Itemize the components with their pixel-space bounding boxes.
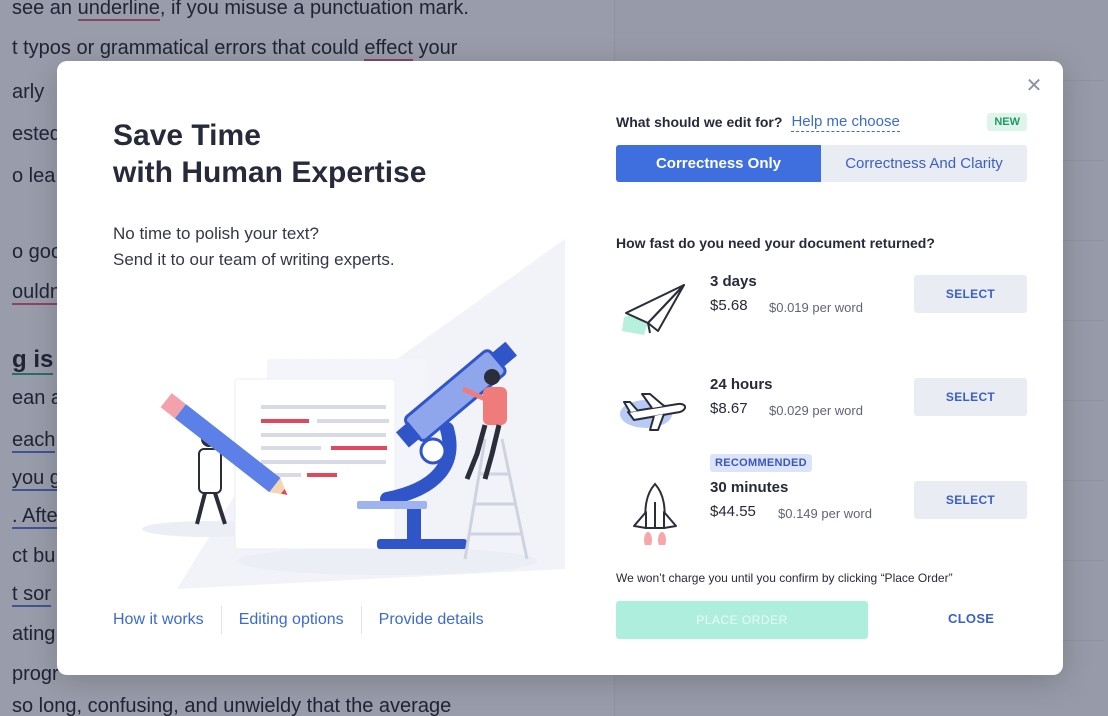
option-per-word-price: $0.149 per word — [778, 506, 872, 521]
option-price: $5.68 — [710, 297, 748, 314]
human-proofreading-modal: ✕ Save Time with Human Expertise No time… — [57, 61, 1063, 675]
modal-footer-links: How it works Editing options Provide det… — [113, 605, 501, 635]
provide-details-link[interactable]: Provide details — [362, 605, 501, 635]
correctness-only-option[interactable]: Correctness Only — [616, 145, 821, 182]
how-it-works-link[interactable]: How it works — [113, 605, 221, 635]
turnaround-option-30-minutes: RECOMMENDED 30 minutes $44.55 $0.149 per… — [616, 454, 1027, 549]
option-per-word-price: $0.029 per word — [769, 403, 863, 418]
option-title: 30 minutes — [710, 479, 789, 496]
turnaround-option-3-days: 3 days $5.68 $0.019 per word SELECT — [616, 273, 1027, 343]
help-me-choose-link[interactable]: Help me choose — [791, 113, 900, 132]
option-per-word-price: $0.019 per word — [769, 300, 863, 315]
edit-for-question: What should we edit for? — [616, 114, 783, 130]
close-button[interactable]: CLOSE — [948, 611, 994, 626]
turnaround-option-24-hours: 24 hours $8.67 $0.029 per word SELECT — [616, 376, 1027, 446]
option-title: 3 days — [710, 273, 757, 290]
hero-title-line-1: Save Time — [113, 119, 261, 152]
option-price: $44.55 — [710, 503, 756, 520]
modal-right-panel: What should we edit for? Help me choose … — [616, 61, 1036, 675]
rocket-icon — [633, 482, 677, 545]
select-30-minutes-button[interactable]: SELECT — [914, 481, 1027, 519]
hero-title-line-2: with Human Expertise — [113, 156, 427, 189]
modal-left-panel: Save Time with Human Expertise No time t… — [57, 61, 597, 675]
option-title: 24 hours — [710, 376, 773, 393]
recommended-badge: RECOMMENDED — [710, 454, 812, 472]
new-badge: NEW — [987, 113, 1027, 131]
select-24-hours-button[interactable]: SELECT — [914, 378, 1027, 416]
paper-plane-icon — [622, 284, 685, 335]
editing-options-link[interactable]: Editing options — [222, 605, 361, 635]
edit-type-segmented-control: Correctness Only Correctness And Clarity — [616, 145, 1027, 182]
airplane-icon — [620, 393, 686, 431]
turnaround-question: How fast do you need your document retur… — [616, 235, 935, 251]
option-price: $8.67 — [710, 400, 748, 417]
select-3-days-button[interactable]: SELECT — [914, 275, 1027, 313]
place-order-button[interactable]: PLACE ORDER — [616, 601, 868, 639]
charge-confirmation-note: We won’t charge you until you confirm by… — [616, 571, 953, 585]
edit-for-row: What should we edit for? Help me choose … — [616, 111, 1027, 133]
hero-title: Save Time with Human Expertise — [113, 117, 426, 191]
correctness-and-clarity-option[interactable]: Correctness And Clarity — [821, 145, 1027, 182]
writing-experts-illustration — [142, 239, 565, 589]
